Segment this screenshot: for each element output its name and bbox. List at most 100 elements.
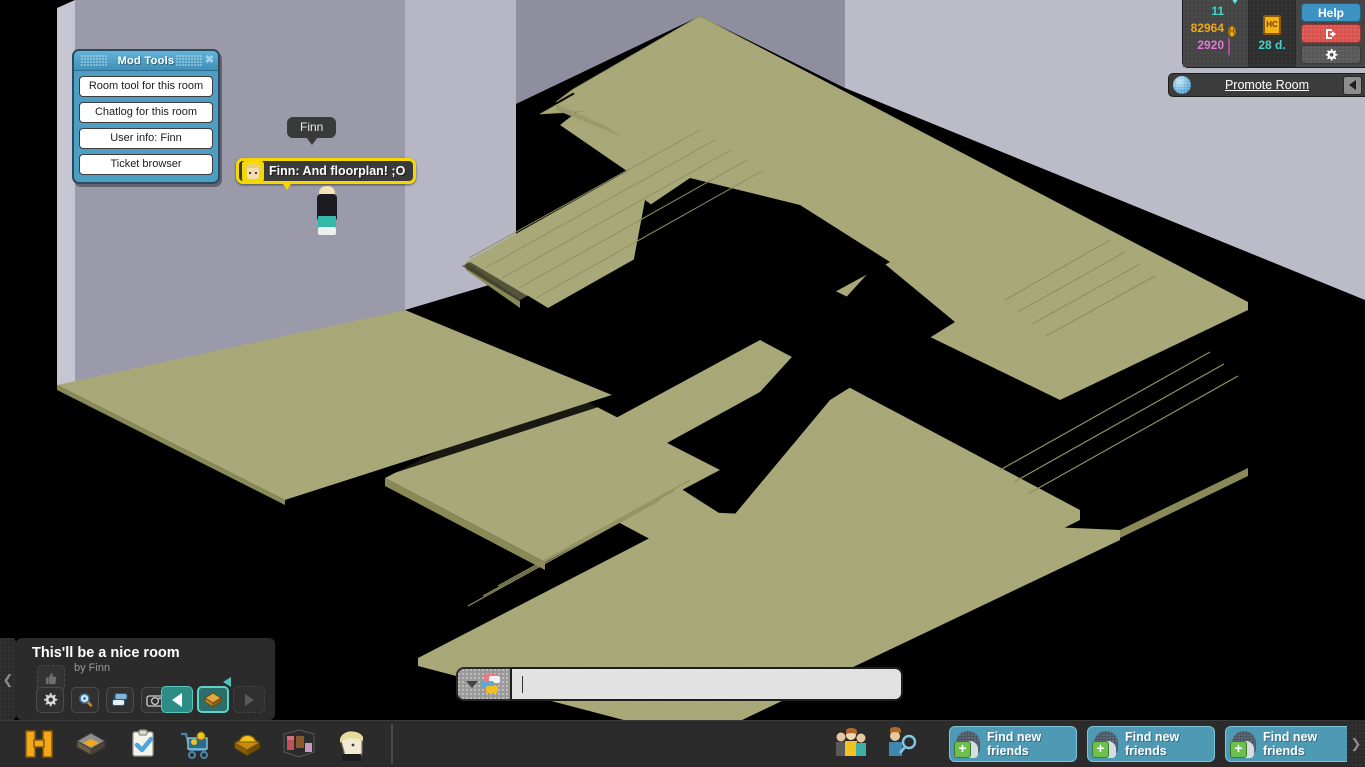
friend-search-icon — [889, 727, 917, 756]
toolbar-icon-group — [0, 724, 393, 764]
avatar-shoes — [318, 227, 336, 235]
currency-credits[interactable]: 82964 H — [1190, 20, 1242, 37]
friend-avatar-icon: + — [954, 729, 982, 759]
inventory-button[interactable] — [278, 724, 320, 764]
navigator-icon — [75, 732, 107, 756]
gear-icon — [44, 693, 58, 707]
arrow-right-icon — [244, 693, 254, 706]
habbo-h-icon — [25, 730, 53, 758]
quests-button[interactable] — [122, 724, 164, 764]
room-home-button[interactable] — [197, 686, 229, 713]
room-title: This'll be a nice room — [32, 645, 180, 661]
hud-panel: 11 82964 H 2920 HC 28 d. Help — [1181, 0, 1365, 68]
currency-list: 11 82964 H 2920 — [1183, 0, 1248, 67]
chevron-left-icon — [1349, 80, 1356, 90]
friends-group-icon[interactable] — [833, 727, 869, 761]
promote-collapse-button[interactable] — [1343, 75, 1362, 95]
label-line-2: friends — [987, 744, 1029, 758]
room-info-collapse-handle[interactable]: ❮ — [0, 638, 16, 720]
builders-club-button[interactable] — [226, 724, 268, 764]
player-avatar[interactable] — [313, 186, 341, 242]
room-tool-button[interactable]: Room tool for this room — [79, 76, 213, 97]
credit-icon: H — [1228, 26, 1236, 37]
hc-badge-icon: HC — [1263, 15, 1281, 35]
thumbs-up-icon — [45, 672, 56, 684]
promote-room-label[interactable]: Promote Room — [1191, 78, 1343, 92]
toolbar-divider — [391, 724, 393, 764]
label-line-2: friends — [1125, 744, 1167, 758]
friends-group-icon — [836, 728, 866, 756]
room-settings-button[interactable] — [36, 687, 64, 713]
find-friends-label: Find new friends — [1125, 730, 1179, 758]
next-room-button — [233, 686, 265, 713]
toolbar-collapse-handle-right[interactable]: ❯ — [1347, 720, 1365, 767]
chat-input-field[interactable] — [510, 667, 903, 701]
chevron-right-icon: ❯ — [1350, 736, 1362, 751]
chat-input-bar[interactable] — [456, 667, 903, 701]
label-line-2: friends — [1263, 744, 1305, 758]
avatar-button[interactable] — [330, 724, 372, 764]
find-friends-label: Find new friends — [987, 730, 1041, 758]
logout-icon — [1326, 28, 1336, 39]
prev-room-button[interactable] — [161, 686, 193, 713]
clipboard-check-icon — [132, 729, 154, 757]
diamond-icon — [1228, 0, 1242, 21]
habbo-club-status[interactable]: HC 28 d. — [1248, 0, 1296, 67]
ducket-icon — [1228, 37, 1242, 56]
ducket-amount: 2920 — [1197, 38, 1224, 52]
diamond-amount: 11 — [1211, 4, 1224, 18]
hud-action-buttons: Help — [1296, 0, 1365, 67]
label-line-1: Find new — [987, 730, 1042, 744]
catalog-button[interactable] — [174, 724, 216, 764]
chatlog-button[interactable]: Chatlog for this room — [79, 102, 213, 123]
logout-button[interactable] — [1301, 24, 1361, 43]
gear-icon — [1325, 48, 1338, 61]
drag-grip-left-icon — [81, 55, 107, 66]
chat-style-button[interactable] — [456, 667, 512, 701]
game-client: Mod Tools ✖ Room tool for this room Chat… — [0, 0, 1365, 767]
find-friends-button-group: + Find new friends + Find new friends + — [949, 726, 1353, 762]
find-new-friends-button[interactable]: + Find new friends — [1087, 726, 1215, 762]
chat-history-icon — [112, 693, 128, 706]
room-info-panel: This'll be a nice room by Finn — [16, 638, 275, 720]
friends-icon-group — [833, 727, 919, 761]
chat-style-icon — [480, 673, 502, 695]
arrow-left-icon — [172, 692, 182, 707]
find-new-friends-button[interactable]: + Find new friends — [1225, 726, 1353, 762]
close-icon[interactable]: ✖ — [204, 55, 215, 66]
bottom-toolbar: + Find new friends + Find new friends + — [0, 720, 1365, 767]
zoom-button[interactable] — [71, 687, 99, 713]
currency-duckets[interactable]: 2920 — [1191, 37, 1242, 56]
mod-tools-header[interactable]: Mod Tools ✖ — [74, 51, 218, 71]
room-nav-buttons — [161, 686, 265, 713]
settings-button[interactable] — [1301, 45, 1361, 64]
find-new-friends-button[interactable]: + Find new friends — [949, 726, 1077, 762]
magnifier-icon — [78, 692, 93, 707]
mod-tools-body: Room tool for this room Chatlog for this… — [74, 71, 218, 182]
user-info-button[interactable]: User info: Finn — [79, 128, 213, 149]
chat-history-button[interactable] — [106, 687, 134, 713]
promote-globe-icon — [1173, 76, 1191, 94]
avatar-nametag[interactable]: Finn — [287, 117, 337, 145]
furniture-room-icon — [283, 729, 315, 758]
room-owner: by Finn — [74, 662, 111, 674]
habbo-logo-button[interactable] — [18, 724, 60, 764]
credit-amount: 82964 — [1190, 21, 1224, 35]
friend-search-icon[interactable] — [883, 727, 919, 761]
ticket-browser-button[interactable]: Ticket browser — [79, 154, 213, 175]
hc-days-left: 28 d. — [1258, 38, 1286, 52]
friend-avatar-icon: + — [1230, 729, 1258, 759]
promote-room-bar[interactable]: Promote Room — [1168, 73, 1365, 97]
mod-tools-window[interactable]: Mod Tools ✖ Room tool for this room Chat… — [72, 49, 220, 184]
mod-tools-title: Mod Tools — [117, 54, 175, 67]
chat-bubble-text: Finn: And floorplan! ;O — [269, 164, 406, 178]
drag-grip-right-icon — [176, 55, 202, 66]
shopping-cart-icon — [181, 731, 208, 759]
chat-bubble[interactable]: Finn: And floorplan! ;O — [236, 158, 417, 190]
chat-bubble-avatar — [242, 160, 264, 182]
chevron-down-icon — [466, 680, 478, 688]
friend-avatar-icon: + — [1092, 729, 1120, 759]
currency-diamonds[interactable]: 11 — [1191, 0, 1242, 21]
navigator-button[interactable] — [70, 724, 112, 764]
help-button[interactable]: Help — [1301, 3, 1361, 22]
